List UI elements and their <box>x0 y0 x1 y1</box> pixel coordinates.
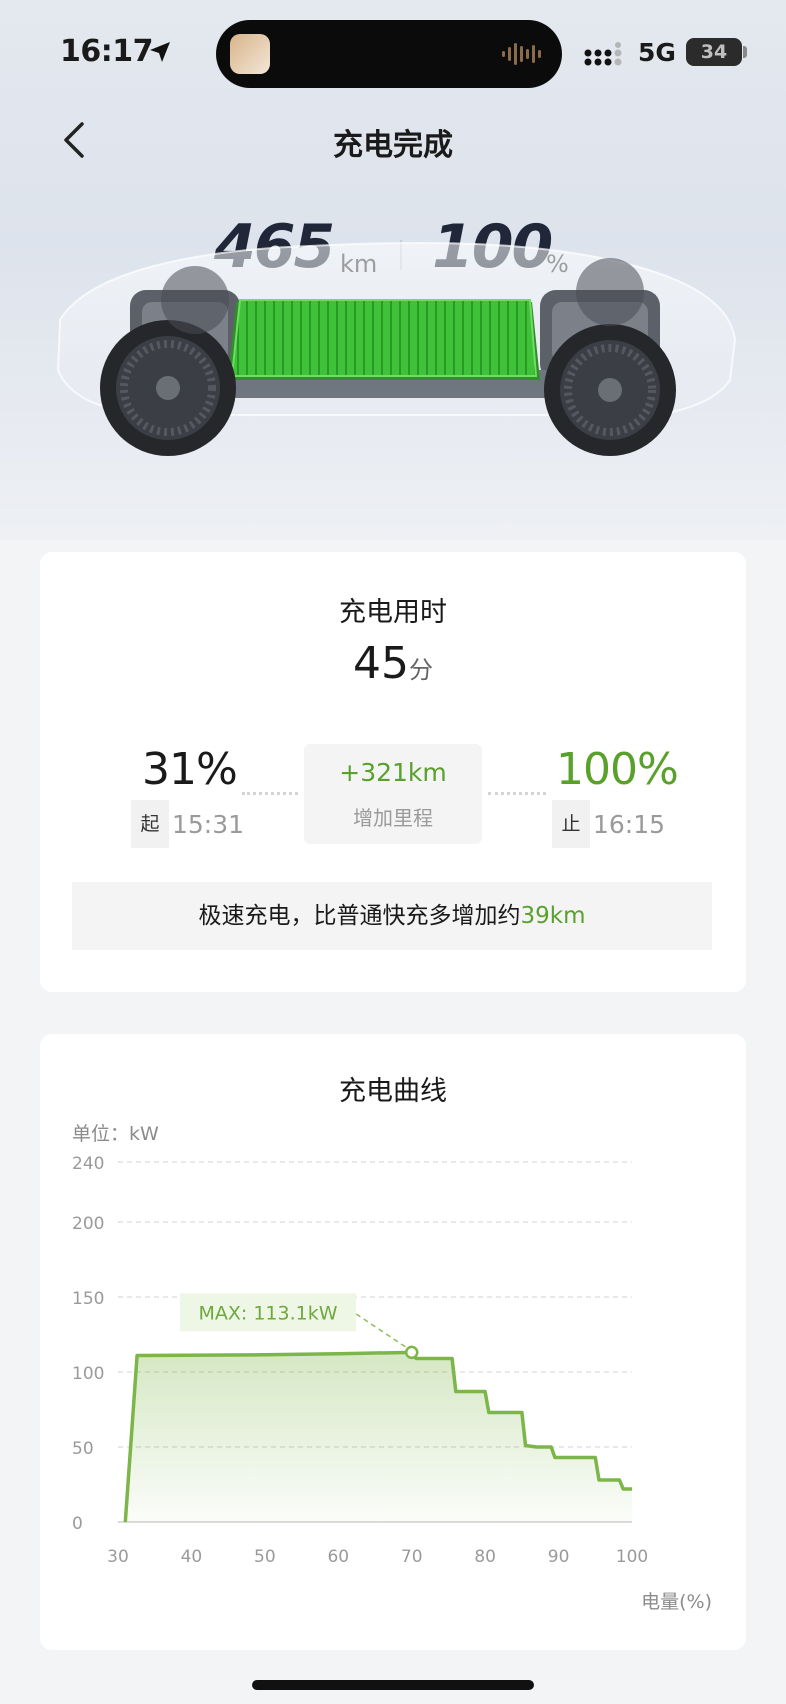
chart-x-axis-label: 电量(%) <box>641 1591 712 1613</box>
start-soc: 31% <box>142 744 238 795</box>
x-tick-label: 80 <box>474 1547 496 1567</box>
curve-area <box>125 1352 633 1522</box>
dotted-connector-right <box>488 792 546 795</box>
network-type: 5G <box>638 38 676 67</box>
max-label: MAX: 113.1kW <box>198 1302 337 1324</box>
duration-value: 45 <box>353 638 409 689</box>
duration-unit: 分 <box>409 656 433 684</box>
battery-level-icon: 34 <box>686 38 742 66</box>
dotted-connector-left <box>242 792 298 795</box>
charging-session-card: 充电用时 45分 31% 起 15:31 +321km 增加里程 100% 止 … <box>40 552 746 992</box>
car-chassis-illustration <box>56 241 737 456</box>
cellular-signal-icon <box>584 42 622 66</box>
chart-title: 充电曲线 <box>339 1076 447 1107</box>
x-tick-label: 100 <box>616 1547 648 1567</box>
y-tick-label: 240 <box>72 1154 104 1174</box>
start-time: 15:31 <box>172 810 245 839</box>
status-time: 16:17 <box>60 34 154 69</box>
home-indicator[interactable] <box>252 1680 534 1690</box>
location-arrow-icon <box>150 42 170 62</box>
fast-charge-note: 极速充电，比普通快充多增加约39km <box>72 882 712 950</box>
x-tick-label: 60 <box>327 1547 349 1567</box>
duration-label: 充电用时 <box>339 597 447 628</box>
start-tag: 起 <box>131 800 169 848</box>
now-playing-artwork-icon <box>230 34 270 74</box>
x-tick-label: 30 <box>107 1547 129 1567</box>
added-range-label: 增加里程 <box>353 806 433 830</box>
y-tick-label: 100 <box>72 1364 104 1384</box>
audio-waveform-icon <box>502 43 541 65</box>
note-highlight: 39km <box>520 903 586 929</box>
end-tag: 止 <box>552 800 590 848</box>
x-tick-label: 70 <box>401 1547 423 1567</box>
charging-curve-chart: 充电曲线 单位：kW 电量(%) 0 50 100 150 200 240 30 40 50 60… <box>72 1076 712 1613</box>
x-tick-label: 90 <box>548 1547 570 1567</box>
note-text: 极速充电，比普通快充多增加约 <box>198 903 521 929</box>
y-tick-label: 200 <box>72 1214 104 1234</box>
y-tick-label: 150 <box>72 1289 104 1309</box>
y-tick-label: 0 <box>72 1514 83 1534</box>
duration: 45分 <box>40 638 746 689</box>
page-title: 充电完成 <box>333 128 453 163</box>
added-range-value: +321km <box>339 758 447 787</box>
dynamic-island[interactable] <box>216 20 562 88</box>
x-tick-label: 40 <box>181 1547 203 1567</box>
y-tick-label: 50 <box>72 1439 94 1459</box>
end-time: 16:15 <box>593 810 666 839</box>
added-range-box: +321km 增加里程 <box>304 744 482 844</box>
status-bar: 16:17 5G 34 <box>0 0 786 100</box>
end-soc: 100% <box>556 744 679 795</box>
max-point-marker <box>404 1345 419 1360</box>
charging-curve-card: 充电曲线 单位：kW 电量(%) 0 50 100 150 200 240 30 40 50 60… <box>40 1034 746 1650</box>
battery-tip <box>743 46 747 58</box>
x-tick-label: 50 <box>254 1547 276 1567</box>
chart-unit-label: 单位：kW <box>72 1123 159 1145</box>
